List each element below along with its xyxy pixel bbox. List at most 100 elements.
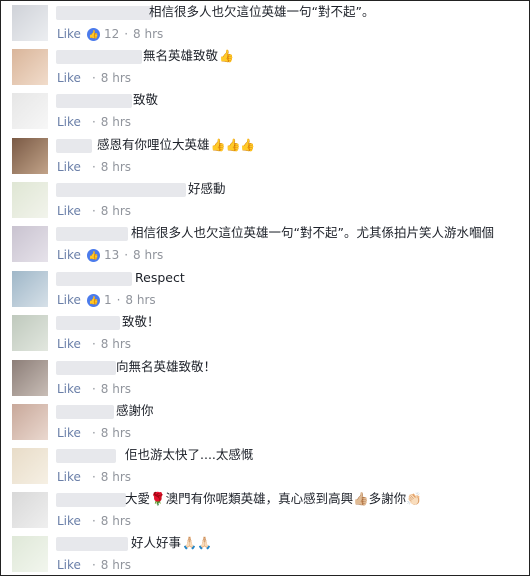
comment-time[interactable]: 8 hrs: [101, 70, 131, 86]
like-reaction-icon: 👍: [86, 293, 100, 307]
separator-dot: ·: [91, 204, 96, 218]
comment-text: 好人好事🙏🏻🙏🏻: [131, 535, 212, 550]
comment-item: 向無名英雄致敬！ Like · 8 hrs: [12, 357, 522, 401]
avatar[interactable]: [12, 536, 48, 572]
comment-text: Respect: [135, 270, 185, 285]
comment-meta: Like · 8 hrs: [57, 203, 131, 219]
comment-item: 佢也游太快了....太感慨 Like · 8 hrs: [12, 445, 522, 489]
comment-item: 好感動 Like · 8 hrs: [12, 179, 522, 223]
comment-meta: Like · 8 hrs: [57, 425, 131, 441]
comment-time[interactable]: 8 hrs: [101, 557, 131, 573]
like-button[interactable]: Like: [57, 203, 81, 219]
like-reaction-icon: 👍: [86, 27, 100, 41]
comment-time[interactable]: 8 hrs: [101, 513, 131, 529]
thumbs-up-emoji-icon: 👍👍👍: [210, 138, 256, 152]
avatar[interactable]: [12, 360, 48, 396]
comment-meta: Like · 8 hrs: [57, 557, 131, 573]
avatar[interactable]: [12, 315, 48, 351]
commenter-name[interactable]: [56, 449, 116, 463]
comment-text: 無名英雄致敬👍: [143, 48, 234, 63]
separator-dot: ·: [91, 426, 96, 440]
like-button[interactable]: Like: [57, 513, 81, 529]
comment-text: 致敬！: [122, 314, 160, 329]
commenter-name[interactable]: [56, 50, 142, 64]
separator-dot: ·: [91, 160, 96, 174]
like-button[interactable]: Like: [57, 247, 81, 263]
like-button[interactable]: Like: [57, 159, 81, 175]
comment-item: 感恩有你哩位大英雄👍👍👍 Like · 8 hrs: [12, 135, 522, 179]
separator-dot: ·: [116, 293, 121, 307]
comment-meta: Like 👍 12 · 8 hrs: [57, 26, 163, 42]
separator-dot: ·: [91, 514, 96, 528]
pray-emoji-icon: 🙏🏻🙏🏻: [182, 536, 212, 550]
comment-time[interactable]: 8 hrs: [101, 336, 131, 352]
comment-time[interactable]: 8 hrs: [133, 26, 163, 42]
commenter-name[interactable]: [56, 316, 120, 330]
like-button[interactable]: Like: [57, 70, 81, 86]
separator-dot: ·: [124, 248, 129, 262]
commenter-name[interactable]: [56, 405, 114, 419]
comment-time[interactable]: 8 hrs: [101, 114, 131, 130]
like-button[interactable]: Like: [57, 425, 81, 441]
avatar[interactable]: [12, 138, 48, 174]
comment-text: 感謝你: [116, 403, 154, 418]
comment-item: 致敬 Like · 8 hrs: [12, 90, 522, 134]
comment-meta: Like · 8 hrs: [57, 381, 131, 397]
comment-thread: 相信很多人也欠這位英雄一句“對不起”。 Like 👍 12 · 8 hrs 無名…: [0, 0, 530, 576]
comment-time[interactable]: 8 hrs: [101, 425, 131, 441]
commenter-name[interactable]: [56, 6, 152, 20]
comment-text: 大愛🌹澳門有你呢類英雄，真心感到高興👍🏼多謝你👏🏻: [125, 491, 422, 506]
commenter-name[interactable]: [56, 94, 132, 108]
separator-dot: ·: [91, 71, 96, 85]
avatar[interactable]: [12, 5, 48, 41]
like-button[interactable]: Like: [57, 557, 81, 573]
comment-time[interactable]: 8 hrs: [133, 247, 163, 263]
comment-text: 相信很多人也欠這位英雄一句“對不起”。: [149, 4, 375, 19]
like-count[interactable]: 13: [104, 247, 119, 263]
like-button[interactable]: Like: [57, 381, 81, 397]
comment-item: 致敬！ Like · 8 hrs: [12, 312, 522, 356]
commenter-name[interactable]: [56, 183, 186, 197]
like-button[interactable]: Like: [57, 26, 81, 42]
comment-text: 好感動: [188, 181, 226, 196]
like-count[interactable]: 12: [104, 26, 119, 42]
comment-item: 好人好事🙏🏻🙏🏻 Like · 8 hrs: [12, 533, 522, 575]
avatar[interactable]: [12, 448, 48, 484]
comment-item: 相信很多人也欠這位英雄一句“對不起”。尤其係拍片笑人游水嗰個 Like 👍 13…: [12, 223, 522, 267]
like-button[interactable]: Like: [57, 292, 81, 308]
like-button[interactable]: Like: [57, 114, 81, 130]
comment-time[interactable]: 8 hrs: [101, 203, 131, 219]
comment-item: 無名英雄致敬👍 Like · 8 hrs: [12, 46, 522, 90]
commenter-name[interactable]: [56, 272, 132, 286]
avatar[interactable]: [12, 226, 48, 262]
comment-text: 致敬: [133, 92, 159, 107]
like-reaction-icon: 👍: [86, 248, 100, 262]
comment-time[interactable]: 8 hrs: [101, 381, 131, 397]
separator-dot: ·: [91, 115, 96, 129]
avatar[interactable]: [12, 271, 48, 307]
commenter-name[interactable]: [56, 227, 128, 241]
comment-meta: Like · 8 hrs: [57, 336, 131, 352]
commenter-name[interactable]: [56, 493, 126, 507]
like-count[interactable]: 1: [104, 292, 112, 308]
separator-dot: ·: [91, 337, 96, 351]
avatar[interactable]: [12, 182, 48, 218]
separator-dot: ·: [124, 27, 129, 41]
comment-text: 相信很多人也欠這位英雄一句“對不起”。尤其係拍片笑人游水嗰個: [131, 225, 494, 240]
separator-dot: ·: [91, 382, 96, 396]
avatar[interactable]: [12, 49, 48, 85]
like-button[interactable]: Like: [57, 336, 81, 352]
commenter-name[interactable]: [56, 139, 92, 153]
avatar[interactable]: [12, 492, 48, 528]
commenter-name[interactable]: [56, 361, 116, 375]
like-button[interactable]: Like: [57, 469, 81, 485]
comment-time[interactable]: 8 hrs: [101, 159, 131, 175]
avatar[interactable]: [12, 404, 48, 440]
avatar[interactable]: [12, 93, 48, 129]
comment-meta: Like · 8 hrs: [57, 159, 131, 175]
comment-meta: Like 👍 13 · 8 hrs: [57, 247, 163, 263]
commenter-name[interactable]: [56, 537, 128, 551]
comment-time[interactable]: 8 hrs: [125, 292, 155, 308]
comment-item: 感謝你 Like · 8 hrs: [12, 401, 522, 445]
comment-time[interactable]: 8 hrs: [101, 469, 131, 485]
